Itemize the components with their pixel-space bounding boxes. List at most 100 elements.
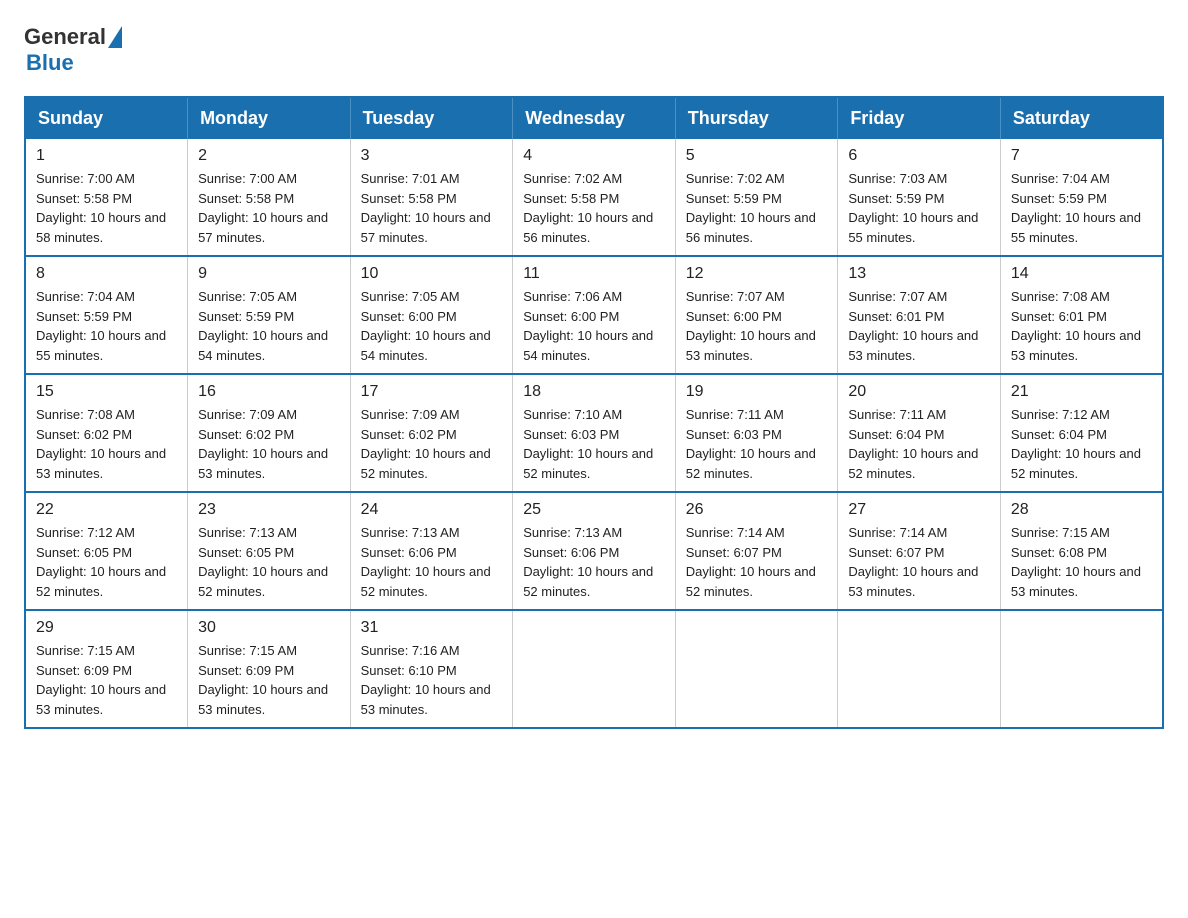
calendar-cell: 2 Sunrise: 7:00 AMSunset: 5:58 PMDayligh… — [188, 139, 351, 256]
calendar-cell: 24 Sunrise: 7:13 AMSunset: 6:06 PMDaylig… — [350, 492, 513, 610]
day-info: Sunrise: 7:12 AMSunset: 6:05 PMDaylight:… — [36, 525, 166, 599]
calendar-cell: 14 Sunrise: 7:08 AMSunset: 6:01 PMDaylig… — [1000, 256, 1163, 374]
calendar-cell: 12 Sunrise: 7:07 AMSunset: 6:00 PMDaylig… — [675, 256, 838, 374]
day-info: Sunrise: 7:01 AMSunset: 5:58 PMDaylight:… — [361, 171, 491, 245]
calendar-cell: 16 Sunrise: 7:09 AMSunset: 6:02 PMDaylig… — [188, 374, 351, 492]
day-info: Sunrise: 7:07 AMSunset: 6:01 PMDaylight:… — [848, 289, 978, 363]
day-info: Sunrise: 7:02 AMSunset: 5:59 PMDaylight:… — [686, 171, 816, 245]
calendar-cell: 25 Sunrise: 7:13 AMSunset: 6:06 PMDaylig… — [513, 492, 676, 610]
day-info: Sunrise: 7:11 AMSunset: 6:03 PMDaylight:… — [686, 407, 816, 481]
logo-triangle-icon — [108, 26, 122, 48]
logo: General Blue — [24, 24, 122, 76]
day-number: 29 — [36, 619, 177, 637]
day-info: Sunrise: 7:13 AMSunset: 6:06 PMDaylight:… — [361, 525, 491, 599]
day-number: 7 — [1011, 147, 1152, 165]
day-info: Sunrise: 7:05 AMSunset: 5:59 PMDaylight:… — [198, 289, 328, 363]
day-info: Sunrise: 7:00 AMSunset: 5:58 PMDaylight:… — [36, 171, 166, 245]
day-number: 9 — [198, 265, 340, 283]
calendar-cell: 3 Sunrise: 7:01 AMSunset: 5:58 PMDayligh… — [350, 139, 513, 256]
day-number: 5 — [686, 147, 828, 165]
day-info: Sunrise: 7:11 AMSunset: 6:04 PMDaylight:… — [848, 407, 978, 481]
calendar-cell — [513, 610, 676, 728]
day-number: 14 — [1011, 265, 1152, 283]
calendar-cell: 17 Sunrise: 7:09 AMSunset: 6:02 PMDaylig… — [350, 374, 513, 492]
day-info: Sunrise: 7:14 AMSunset: 6:07 PMDaylight:… — [848, 525, 978, 599]
calendar-cell: 21 Sunrise: 7:12 AMSunset: 6:04 PMDaylig… — [1000, 374, 1163, 492]
day-number: 31 — [361, 619, 503, 637]
calendar-cell: 26 Sunrise: 7:14 AMSunset: 6:07 PMDaylig… — [675, 492, 838, 610]
day-info: Sunrise: 7:15 AMSunset: 6:09 PMDaylight:… — [198, 643, 328, 717]
logo-text-general: General — [24, 24, 106, 50]
calendar-cell: 22 Sunrise: 7:12 AMSunset: 6:05 PMDaylig… — [25, 492, 188, 610]
logo-text-blue: Blue — [26, 50, 122, 76]
day-number: 23 — [198, 501, 340, 519]
day-number: 12 — [686, 265, 828, 283]
day-number: 24 — [361, 501, 503, 519]
day-info: Sunrise: 7:04 AMSunset: 5:59 PMDaylight:… — [36, 289, 166, 363]
day-number: 19 — [686, 383, 828, 401]
calendar-cell: 11 Sunrise: 7:06 AMSunset: 6:00 PMDaylig… — [513, 256, 676, 374]
calendar-week-row: 8 Sunrise: 7:04 AMSunset: 5:59 PMDayligh… — [25, 256, 1163, 374]
calendar-cell: 15 Sunrise: 7:08 AMSunset: 6:02 PMDaylig… — [25, 374, 188, 492]
day-number: 28 — [1011, 501, 1152, 519]
day-number: 15 — [36, 383, 177, 401]
day-number: 22 — [36, 501, 177, 519]
day-info: Sunrise: 7:12 AMSunset: 6:04 PMDaylight:… — [1011, 407, 1141, 481]
weekday-header-tuesday: Tuesday — [350, 97, 513, 139]
day-info: Sunrise: 7:03 AMSunset: 5:59 PMDaylight:… — [848, 171, 978, 245]
calendar-cell: 31 Sunrise: 7:16 AMSunset: 6:10 PMDaylig… — [350, 610, 513, 728]
calendar-cell: 4 Sunrise: 7:02 AMSunset: 5:58 PMDayligh… — [513, 139, 676, 256]
calendar-table: SundayMondayTuesdayWednesdayThursdayFrid… — [24, 96, 1164, 729]
day-number: 27 — [848, 501, 990, 519]
day-number: 30 — [198, 619, 340, 637]
calendar-cell: 18 Sunrise: 7:10 AMSunset: 6:03 PMDaylig… — [513, 374, 676, 492]
day-info: Sunrise: 7:13 AMSunset: 6:06 PMDaylight:… — [523, 525, 653, 599]
day-info: Sunrise: 7:13 AMSunset: 6:05 PMDaylight:… — [198, 525, 328, 599]
calendar-cell: 13 Sunrise: 7:07 AMSunset: 6:01 PMDaylig… — [838, 256, 1001, 374]
calendar-cell: 1 Sunrise: 7:00 AMSunset: 5:58 PMDayligh… — [25, 139, 188, 256]
day-number: 21 — [1011, 383, 1152, 401]
page-header: General Blue — [24, 24, 1164, 76]
calendar-cell: 7 Sunrise: 7:04 AMSunset: 5:59 PMDayligh… — [1000, 139, 1163, 256]
weekday-header-wednesday: Wednesday — [513, 97, 676, 139]
day-info: Sunrise: 7:08 AMSunset: 6:01 PMDaylight:… — [1011, 289, 1141, 363]
calendar-header-row: SundayMondayTuesdayWednesdayThursdayFrid… — [25, 97, 1163, 139]
day-number: 4 — [523, 147, 665, 165]
day-number: 13 — [848, 265, 990, 283]
calendar-cell — [1000, 610, 1163, 728]
day-info: Sunrise: 7:15 AMSunset: 6:09 PMDaylight:… — [36, 643, 166, 717]
calendar-cell: 8 Sunrise: 7:04 AMSunset: 5:59 PMDayligh… — [25, 256, 188, 374]
day-number: 17 — [361, 383, 503, 401]
day-info: Sunrise: 7:15 AMSunset: 6:08 PMDaylight:… — [1011, 525, 1141, 599]
day-info: Sunrise: 7:09 AMSunset: 6:02 PMDaylight:… — [361, 407, 491, 481]
day-info: Sunrise: 7:02 AMSunset: 5:58 PMDaylight:… — [523, 171, 653, 245]
calendar-week-row: 15 Sunrise: 7:08 AMSunset: 6:02 PMDaylig… — [25, 374, 1163, 492]
day-number: 25 — [523, 501, 665, 519]
day-number: 6 — [848, 147, 990, 165]
calendar-cell: 10 Sunrise: 7:05 AMSunset: 6:00 PMDaylig… — [350, 256, 513, 374]
calendar-cell: 20 Sunrise: 7:11 AMSunset: 6:04 PMDaylig… — [838, 374, 1001, 492]
day-info: Sunrise: 7:06 AMSunset: 6:00 PMDaylight:… — [523, 289, 653, 363]
calendar-cell: 23 Sunrise: 7:13 AMSunset: 6:05 PMDaylig… — [188, 492, 351, 610]
day-number: 2 — [198, 147, 340, 165]
calendar-week-row: 22 Sunrise: 7:12 AMSunset: 6:05 PMDaylig… — [25, 492, 1163, 610]
calendar-cell: 30 Sunrise: 7:15 AMSunset: 6:09 PMDaylig… — [188, 610, 351, 728]
weekday-header-thursday: Thursday — [675, 97, 838, 139]
weekday-header-sunday: Sunday — [25, 97, 188, 139]
day-number: 10 — [361, 265, 503, 283]
day-info: Sunrise: 7:16 AMSunset: 6:10 PMDaylight:… — [361, 643, 491, 717]
day-info: Sunrise: 7:14 AMSunset: 6:07 PMDaylight:… — [686, 525, 816, 599]
day-info: Sunrise: 7:08 AMSunset: 6:02 PMDaylight:… — [36, 407, 166, 481]
weekday-header-friday: Friday — [838, 97, 1001, 139]
day-info: Sunrise: 7:07 AMSunset: 6:00 PMDaylight:… — [686, 289, 816, 363]
calendar-week-row: 29 Sunrise: 7:15 AMSunset: 6:09 PMDaylig… — [25, 610, 1163, 728]
day-info: Sunrise: 7:09 AMSunset: 6:02 PMDaylight:… — [198, 407, 328, 481]
day-info: Sunrise: 7:05 AMSunset: 6:00 PMDaylight:… — [361, 289, 491, 363]
day-info: Sunrise: 7:04 AMSunset: 5:59 PMDaylight:… — [1011, 171, 1141, 245]
day-number: 11 — [523, 265, 665, 283]
calendar-cell — [838, 610, 1001, 728]
day-number: 1 — [36, 147, 177, 165]
calendar-cell: 19 Sunrise: 7:11 AMSunset: 6:03 PMDaylig… — [675, 374, 838, 492]
day-number: 18 — [523, 383, 665, 401]
calendar-cell — [675, 610, 838, 728]
